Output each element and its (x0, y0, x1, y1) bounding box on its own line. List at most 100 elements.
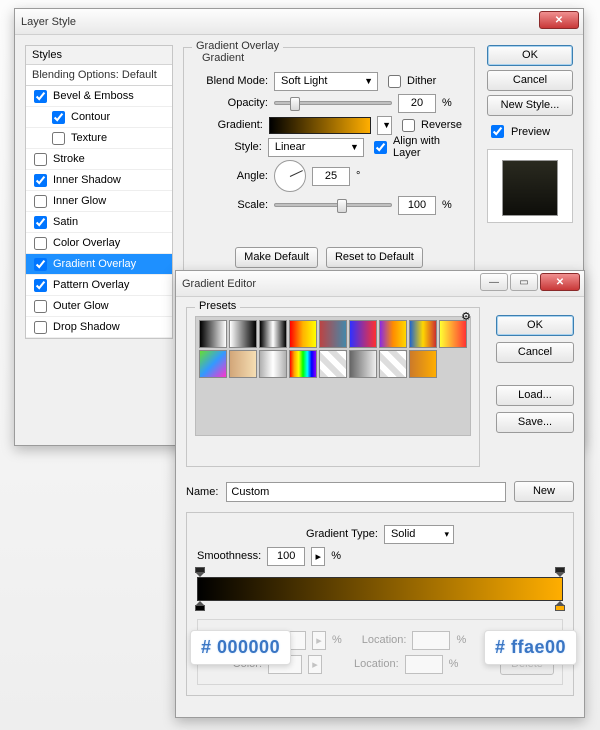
preset-swatch[interactable] (349, 320, 377, 348)
close-icon[interactable]: ✕ (539, 11, 579, 29)
angle-label: Angle: (196, 170, 268, 182)
layer-style-titlebar[interactable]: Layer Style ✕ (15, 9, 583, 35)
scale-slider[interactable] (274, 203, 392, 207)
gradient-sub-legend: Gradient (198, 52, 248, 64)
opacity-label: Opacity: (196, 97, 268, 109)
style-row-contour[interactable]: Contour (26, 107, 172, 128)
preset-swatch[interactable] (229, 320, 257, 348)
preset-swatch[interactable] (289, 320, 317, 348)
style-checkbox[interactable] (34, 321, 47, 334)
reverse-input[interactable] (402, 119, 415, 132)
close-icon[interactable]: ✕ (540, 273, 580, 291)
gradient-type-combo[interactable]: Solid ▾ (384, 525, 454, 544)
preset-swatch[interactable] (379, 320, 407, 348)
style-checkbox[interactable] (52, 111, 65, 124)
style-checkbox[interactable] (34, 216, 47, 229)
chevron-right-icon: ▸ (315, 550, 321, 563)
ge-save-button[interactable]: Save... (496, 412, 574, 433)
align-input[interactable] (374, 141, 387, 154)
preset-swatch[interactable] (439, 320, 467, 348)
opacity-stop-left[interactable] (195, 567, 205, 577)
color-stop-left[interactable] (195, 601, 205, 611)
gradient-dropdown[interactable]: ▼ (377, 116, 392, 135)
blend-mode-combo[interactable]: Soft Light ▼ (274, 72, 378, 91)
style-checkbox[interactable] (52, 132, 65, 145)
blending-options-row[interactable]: Blending Options: Default (26, 65, 172, 86)
style-checkbox[interactable] (34, 153, 47, 166)
dither-input[interactable] (388, 75, 401, 88)
new-style-button[interactable]: New Style... (487, 95, 573, 116)
style-label: Color Overlay (53, 237, 120, 249)
style-combo[interactable]: Linear ▼ (268, 138, 364, 157)
style-checkbox[interactable] (34, 237, 47, 250)
preset-swatch[interactable] (319, 320, 347, 348)
scale-label: Scale: (196, 199, 268, 211)
style-checkbox[interactable] (34, 258, 47, 271)
style-label: Inner Shadow (53, 174, 121, 186)
style-row-texture[interactable]: Texture (26, 128, 172, 149)
style-row-inner-shadow[interactable]: Inner Shadow (26, 170, 172, 191)
preset-swatch[interactable] (199, 350, 227, 378)
name-input[interactable] (226, 482, 506, 502)
style-row-outer-glow[interactable]: Outer Glow (26, 296, 172, 317)
chevron-down-icon: ▼ (350, 142, 359, 152)
ge-ok-button[interactable]: OK (496, 315, 574, 336)
style-checkbox[interactable] (34, 279, 47, 292)
color-stop-right[interactable] (555, 601, 565, 611)
scale-value[interactable]: 100 (398, 196, 436, 215)
angle-value[interactable]: 25 (312, 167, 350, 186)
style-label: Outer Glow (53, 300, 109, 312)
preview-input[interactable] (491, 125, 504, 138)
style-row-bevel-emboss[interactable]: Bevel & Emboss (26, 86, 172, 107)
style-row-inner-glow[interactable]: Inner Glow (26, 191, 172, 212)
dither-checkbox[interactable]: Dither (384, 72, 436, 91)
gradient-swatch[interactable] (269, 117, 371, 134)
preset-swatch[interactable] (409, 350, 437, 378)
gradient-editor-title: Gradient Editor (182, 278, 256, 290)
opacity-stop-right[interactable] (555, 567, 565, 577)
gradient-label: Gradient: (196, 119, 263, 131)
stop-location-value (412, 631, 450, 650)
preset-swatch[interactable] (409, 320, 437, 348)
gradient-type-box: Gradient Type: Solid ▾ Smoothness: 100 ▸… (186, 512, 574, 696)
align-checkbox[interactable]: Align with Layer (370, 135, 462, 159)
hex-callout-right: # ffae00 (484, 630, 577, 665)
gradient-spectrum[interactable] (197, 577, 563, 601)
preset-swatch[interactable] (199, 320, 227, 348)
opacity-slider[interactable] (274, 101, 392, 105)
smoothness-value[interactable]: 100 (267, 547, 305, 566)
cancel-button[interactable]: Cancel (487, 70, 573, 91)
opacity-value[interactable]: 20 (398, 94, 436, 113)
smoothness-stepper[interactable]: ▸ (311, 547, 325, 566)
ge-load-button[interactable]: Load... (496, 385, 574, 406)
style-checkbox[interactable] (34, 174, 47, 187)
preset-swatch[interactable] (229, 350, 257, 378)
maximize-icon[interactable]: ▭ (510, 273, 538, 291)
style-checkbox[interactable] (34, 300, 47, 313)
ge-cancel-button[interactable]: Cancel (496, 342, 574, 363)
preset-swatch[interactable] (289, 350, 317, 378)
style-row-pattern-overlay[interactable]: Pattern Overlay (26, 275, 172, 296)
gradient-editor-titlebar[interactable]: Gradient Editor — ▭ ✕ (176, 271, 584, 297)
ok-button[interactable]: OK (487, 45, 573, 66)
angle-wheel[interactable] (274, 160, 306, 192)
reverse-checkbox[interactable]: Reverse (398, 116, 462, 135)
preset-swatch[interactable] (259, 350, 287, 378)
style-row-gradient-overlay[interactable]: Gradient Overlay (26, 254, 172, 275)
styles-header: Styles (26, 46, 172, 65)
minimize-icon[interactable]: — (480, 273, 508, 291)
style-row-color-overlay[interactable]: Color Overlay (26, 233, 172, 254)
style-row-drop-shadow[interactable]: Drop Shadow (26, 317, 172, 338)
style-checkbox[interactable] (34, 90, 47, 103)
preset-swatch[interactable] (349, 350, 377, 378)
gear-icon[interactable]: ⚙ (461, 310, 471, 323)
new-button[interactable]: New (514, 481, 574, 502)
preset-swatch[interactable] (259, 320, 287, 348)
style-checkbox[interactable] (34, 195, 47, 208)
style-row-stroke[interactable]: Stroke (26, 149, 172, 170)
style-row-satin[interactable]: Satin (26, 212, 172, 233)
preset-swatch[interactable] (319, 350, 347, 378)
preview-checkbox[interactable]: Preview (487, 122, 573, 141)
stop-color-location-label: Location: (354, 658, 399, 670)
preset-swatch[interactable] (379, 350, 407, 378)
